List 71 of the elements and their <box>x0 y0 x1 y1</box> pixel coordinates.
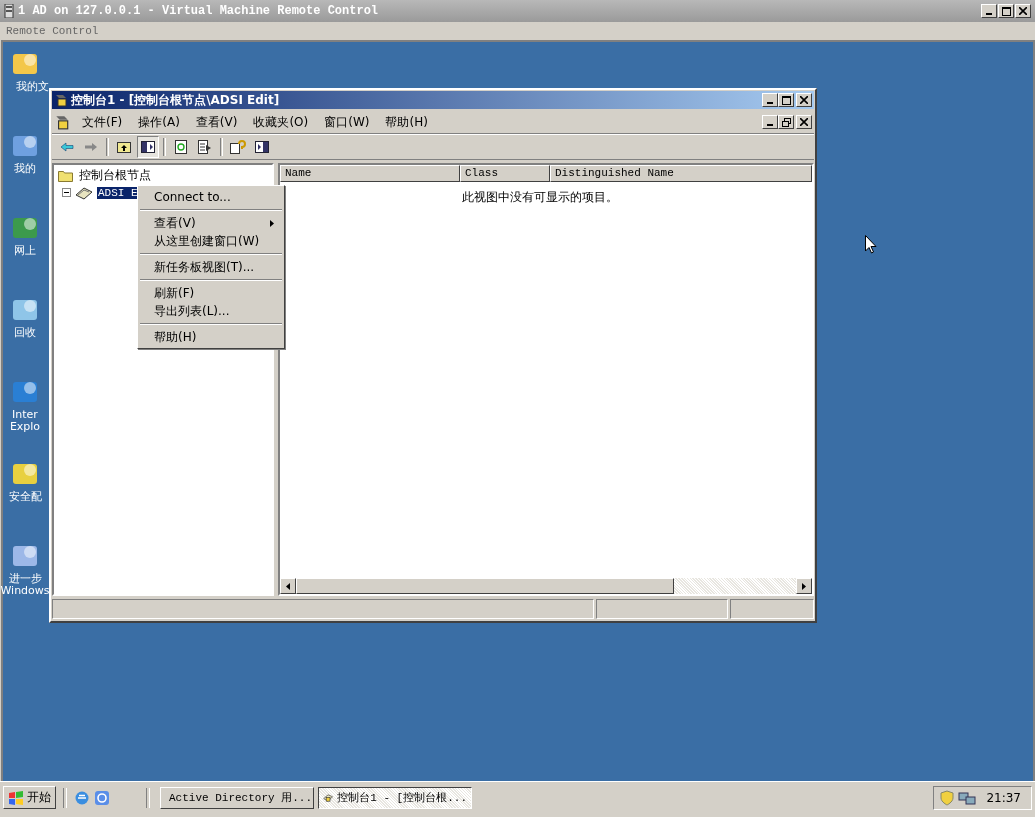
menu-item[interactable]: 从这里创建窗口(W) <box>138 232 284 250</box>
close-icon <box>800 96 808 104</box>
scroll-left-icon[interactable] <box>286 582 290 590</box>
folder-up-icon <box>117 141 131 153</box>
forward-arrow-icon <box>84 142 98 152</box>
menu-item[interactable]: 帮助(H) <box>379 113 434 131</box>
menu-item[interactable]: 新任务板视图(T)... <box>138 258 284 276</box>
tree-item[interactable]: ADSI E <box>97 186 139 199</box>
window-title: 控制台1 - [控制台根节点\ADSI Edit] <box>71 91 280 109</box>
minimize-button[interactable] <box>762 115 778 129</box>
back-arrow-icon <box>60 142 74 152</box>
restore-icon <box>781 117 791 127</box>
server-icon <box>4 4 14 18</box>
mouse-cursor-icon <box>865 235 877 254</box>
minimize-button[interactable] <box>762 93 778 107</box>
desktop-icon-label[interactable]: 我的文 <box>15 81 49 93</box>
close-button[interactable] <box>1015 4 1031 18</box>
menu-item[interactable]: 窗口(W) <box>318 113 376 131</box>
minimize-button[interactable] <box>981 4 997 18</box>
network-icon[interactable] <box>958 789 977 806</box>
start-button[interactable]: 开始 <box>3 786 56 809</box>
book-icon <box>75 185 93 200</box>
scroll-right-icon[interactable] <box>802 582 806 590</box>
desktop-icon-label[interactable]: 回收 <box>14 327 36 339</box>
clock: 21:37 <box>986 790 1021 805</box>
action-pane-icon <box>255 141 269 153</box>
refresh-icon <box>175 140 187 154</box>
console-icon[interactable] <box>54 114 70 130</box>
desktop-icon-label[interactable]: 网上 <box>14 245 36 257</box>
close-icon <box>800 118 808 126</box>
console-icon <box>54 93 68 107</box>
column-header[interactable]: Distinguished Name <box>550 165 812 182</box>
horizontal-scrollbar[interactable] <box>280 578 812 594</box>
menu-item[interactable]: Remote Control <box>6 25 99 37</box>
empty-message: 此视图中没有可显示的项目。 <box>462 189 618 204</box>
taskbar-button[interactable]: 控制台1 - [控制台根... <box>318 786 472 809</box>
desktop-icon-label[interactable]: 安全配 <box>8 491 42 503</box>
close-icon <box>1019 7 1027 15</box>
submenu-arrow-icon <box>270 219 274 227</box>
show-tree-button[interactable] <box>137 136 159 158</box>
taskbar-button[interactable]: Active Directory 用... <box>160 786 314 809</box>
desktop-icon-label[interactable]: Inter Explo <box>9 409 41 433</box>
close-button[interactable] <box>796 93 812 107</box>
maximize-icon <box>1001 6 1011 16</box>
window-title: 1 AD on 127.0.0.1 - Virtual Machine Remote Control <box>18 4 379 18</box>
desktop-icon-label[interactable]: 进一步 Windows <box>0 573 50 597</box>
menu-item[interactable]: 操作(A) <box>132 113 186 131</box>
desktop-shortcut-icon[interactable] <box>94 789 110 806</box>
maximize-icon <box>781 95 791 105</box>
maximize-button[interactable] <box>778 93 794 107</box>
menu-item[interactable]: 刷新(F) <box>138 284 284 302</box>
menu-item[interactable]: 查看(V) <box>189 113 244 131</box>
windows-flag-icon <box>8 790 24 805</box>
menu-item[interactable]: 帮助(H) <box>138 328 284 346</box>
folder-icon <box>58 169 74 182</box>
export-list-icon <box>198 140 212 154</box>
tree-item[interactable]: 控制台根节点 <box>78 167 152 184</box>
menu-item[interactable]: 文件(F) <box>76 113 129 131</box>
menu-item[interactable]: 查看(V) <box>138 214 284 232</box>
menu-item[interactable]: 收藏夹(O) <box>247 113 315 131</box>
help-icon <box>230 140 246 154</box>
collapse-toggle-icon[interactable] <box>62 188 71 197</box>
tree-pane-icon <box>141 141 155 153</box>
menu-item[interactable]: Connect to... <box>138 188 284 206</box>
close-button[interactable] <box>796 115 812 129</box>
column-header[interactable]: Name <box>280 165 460 182</box>
column-header[interactable]: Class <box>460 165 550 182</box>
restore-button[interactable] <box>778 115 794 129</box>
menu-item[interactable]: 导出列表(L)... <box>138 302 284 320</box>
desktop-icon-label[interactable]: 我的 <box>14 163 36 175</box>
maximize-button[interactable] <box>998 4 1014 18</box>
